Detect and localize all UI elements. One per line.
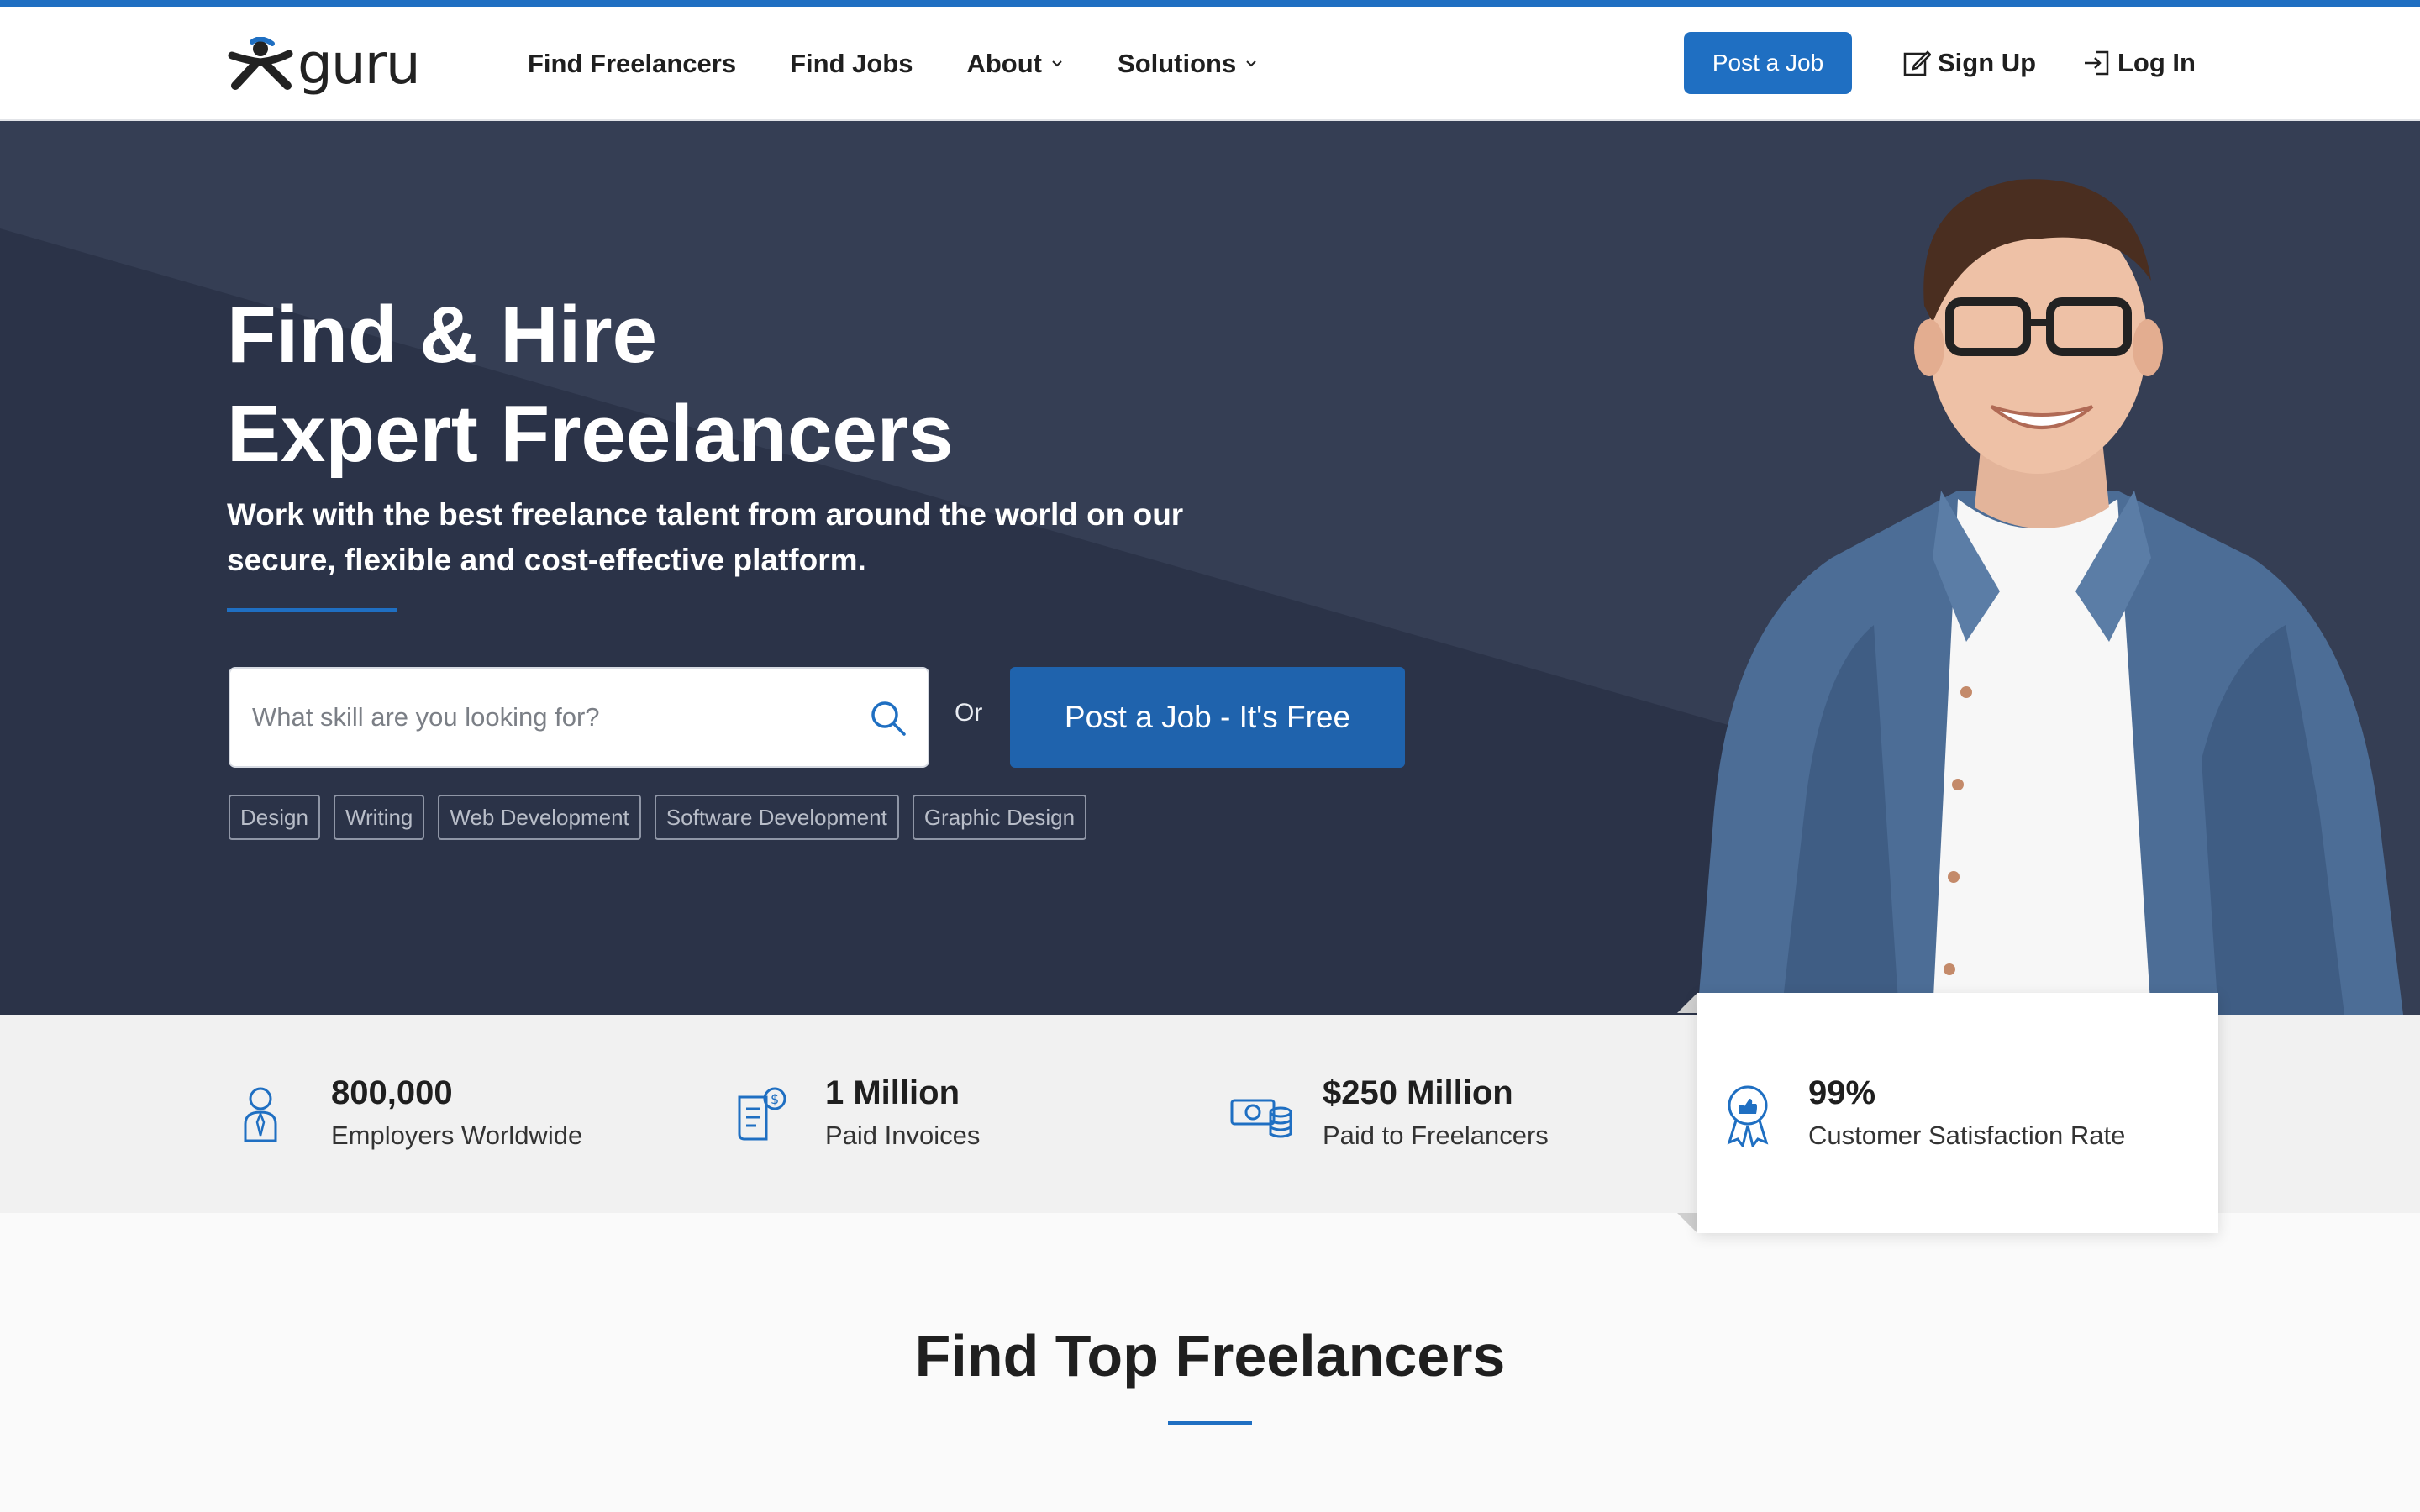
tag-writing[interactable]: Writing (333, 795, 425, 840)
post-job-button[interactable]: Post a Job (1684, 32, 1852, 94)
stat-employers: 800,000 Employers Worldwide (237, 1015, 582, 1213)
find-top-freelancers-heading: Find Top Freelancers (914, 1323, 1506, 1389)
stat-invoices: $ 1 Million Paid Invoices (731, 1015, 980, 1213)
hero-title-line-2: Expert Freelancers (227, 389, 954, 479)
award-icon (1727, 1085, 1769, 1147)
card-fold-bottom (1677, 1213, 1697, 1233)
post-job-free-button[interactable]: Post a Job - It's Free (1010, 667, 1405, 768)
log-in-link[interactable]: Log In (2082, 32, 2196, 94)
employer-icon (244, 1087, 277, 1142)
logo-text: guru (297, 32, 421, 97)
tag-software-development[interactable]: Software Development (654, 795, 899, 840)
login-icon (2085, 50, 2109, 76)
hero-title-line-1: Find & Hire (227, 290, 658, 380)
chevron-down-icon (1246, 60, 1256, 67)
guru-logo[interactable]: guru (227, 32, 421, 97)
hero-subtitle: Work with the best freelance talent from… (227, 497, 1184, 577)
invoice-icon: $ (738, 1087, 786, 1141)
nav-find-freelancers[interactable]: Find Freelancers (528, 49, 736, 79)
nav-find-freelancers-label: Find Freelancers (528, 49, 737, 78)
stat-paid: $250 Million Paid to Freelancers (1228, 1015, 1549, 1213)
card-fold-top (1677, 993, 1697, 1013)
log-in-label: Log In (2118, 48, 2196, 77)
tag-web-development[interactable]: Web Development (438, 795, 641, 840)
nav-find-jobs[interactable]: Find Jobs (790, 49, 913, 79)
hero-divider (227, 608, 397, 612)
stat-satisfaction: 99% Customer Satisfaction Rate (1714, 1015, 2125, 1213)
skill-search-box (229, 667, 929, 768)
top-accent-bar (0, 0, 2420, 7)
nav-about-label: About (966, 49, 1043, 78)
sign-up-label: Sign Up (1938, 48, 2037, 77)
stat-satisfaction-label: Customer Satisfaction Rate (1808, 1121, 2126, 1150)
hero-title: Find & Hire Expert Freelancers (227, 286, 953, 484)
sign-up-link[interactable]: Sign Up (1902, 32, 2036, 94)
stat-invoices-label: Paid Invoices (825, 1121, 981, 1150)
nav-find-jobs-label: Find Jobs (790, 49, 913, 78)
section-divider (1168, 1421, 1252, 1425)
edit-icon (1903, 50, 1931, 76)
stat-paid-value: $250 Million (1323, 1074, 1513, 1111)
stat-employers-value: 800,000 (331, 1074, 453, 1111)
site-header: guru Find Freelancers Find Jobs About So… (0, 7, 2420, 121)
money-icon (1230, 1099, 1292, 1138)
hero-section: Find & Hire Expert Freelancers Work with… (0, 121, 2420, 1015)
search-icon[interactable] (869, 699, 908, 738)
skill-search-input[interactable] (230, 669, 852, 766)
chevron-down-icon (1052, 60, 1062, 67)
tag-graphic-design[interactable]: Graphic Design (912, 795, 1087, 840)
svg-text:$: $ (771, 1091, 779, 1107)
tag-design[interactable]: Design (229, 795, 320, 840)
stat-invoices-value: 1 Million (825, 1074, 960, 1111)
hero-person-image (1697, 179, 2403, 1015)
popular-skill-tags: Design Writing Web Development Software … (229, 795, 1100, 840)
main-nav: Find Freelancers Find Jobs About Solutio… (528, 7, 1312, 121)
stat-paid-label: Paid to Freelancers (1323, 1121, 1549, 1150)
nav-solutions-label: Solutions (1118, 49, 1237, 78)
nav-about[interactable]: About (966, 49, 1064, 79)
nav-solutions[interactable]: Solutions (1118, 49, 1258, 79)
or-label: Or (955, 699, 983, 727)
stat-satisfaction-value: 99% (1808, 1074, 1876, 1111)
stat-employers-label: Employers Worldwide (331, 1121, 583, 1150)
guru-logo-mark-icon (228, 37, 293, 90)
